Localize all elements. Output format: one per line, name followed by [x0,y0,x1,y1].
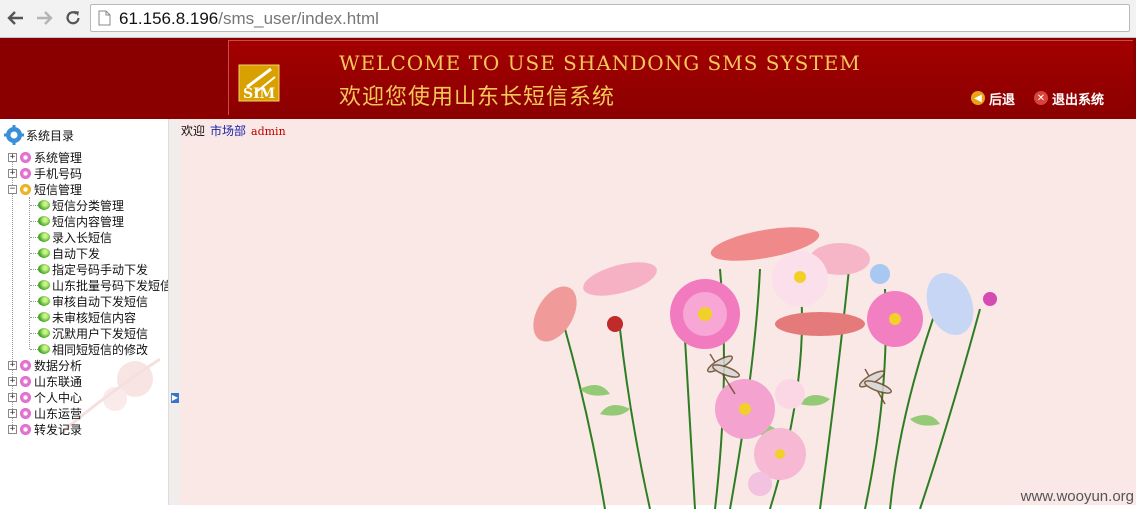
expand-icon[interactable]: + [8,376,17,386]
tree-leaf-review-auto-send[interactable]: 审核自动下发短信 [38,293,148,309]
forward-arrow-icon[interactable] [32,6,56,30]
tree-node-phone-numbers[interactable]: + 手机号码 [8,165,82,181]
tree-leaf-unreviewed-content[interactable]: 未审核短信内容 [38,309,136,325]
leaf-icon [38,200,50,210]
cosmos-flowers-illustration [533,227,997,509]
close-icon: ✕ [1034,91,1048,105]
gear-icon [4,125,24,145]
expand-icon[interactable]: + [8,152,17,162]
tree-node-sms-management[interactable]: − 短信管理 [8,181,82,197]
title-english: WELCOME TO USE SHANDONG SMS SYSTEM [339,51,861,75]
tree-leaf-sms-category[interactable]: 短信分类管理 [38,197,124,213]
tree-leaf-auto-send[interactable]: 自动下发 [38,245,100,261]
address-bar[interactable]: 61.156.8.196/sms_user/index.html [90,4,1130,32]
flower-icon [20,407,31,419]
tree-node-forward-records[interactable]: + 转发记录 [8,421,82,437]
flower-icon [20,183,31,195]
collapse-icon[interactable]: − [8,184,17,194]
main-content: 欢迎 市场部 admin www.wooyun.org [180,119,1136,509]
sim-logo: SIM [237,63,281,103]
logout-label: 退出系统 [1052,92,1105,108]
leaf-icon [38,296,50,306]
back-label: 后退 [989,92,1016,108]
tree-node-data-analysis[interactable]: + 数据分析 [8,357,82,373]
watermark: www.wooyun.org [1020,488,1134,505]
tree-leaf-enter-long-sms[interactable]: 录入长短信 [38,229,112,245]
flower-icon [20,151,31,163]
welcome-line: 欢迎 市场部 admin [181,124,286,138]
logout-button[interactable]: ✕ 退出系统 [1034,89,1105,108]
sidebar: 系统目录 + 系统管理 + 手机号码 − 短信管理 短信分类管理 短信内容管理 录入长… [0,119,172,505]
expand-icon[interactable]: + [8,408,17,418]
leaf-icon [38,328,50,338]
page-icon [98,10,111,30]
leaf-icon [38,248,50,258]
tree-title: 系统目录 [4,125,74,145]
leaf-icon [38,280,50,290]
leaf-icon [38,312,50,322]
tree-leaf-manual-send[interactable]: 指定号码手动下发 [38,261,148,277]
back-button[interactable]: ◀ 后退 [971,89,1016,108]
tree-node-shandong-unicom[interactable]: + 山东联通 [8,373,82,389]
tree-leaf-silent-user-send[interactable]: 沉默用户下发短信 [38,325,148,341]
title-chinese: 欢迎您使用山东长短信系统 [339,85,616,110]
tree-node-personal-center[interactable]: + 个人中心 [8,389,82,405]
tree-node-system-admin[interactable]: + 系统管理 [8,149,82,165]
svg-text:SIM: SIM [243,86,275,102]
flower-icon [20,423,31,435]
department-name: 市场部 [210,124,247,138]
leaf-icon [38,216,50,226]
browser-toolbar: 61.156.8.196/sms_user/index.html [0,0,1136,38]
url-text: 61.156.8.196/sms_user/index.html [119,9,379,28]
tree-node-shandong-operations[interactable]: + 山东运营 [8,405,82,421]
flower-icon [20,359,31,371]
tree-leaf-batch-send[interactable]: 山东批量号码下发短信 [38,277,172,293]
back-arrow-icon[interactable] [4,6,28,30]
tree-leaf-sms-content[interactable]: 短信内容管理 [38,213,124,229]
flower-icon [20,375,31,387]
expand-icon[interactable]: + [8,392,17,402]
flower-icon [20,391,31,403]
back-icon: ◀ [971,91,985,105]
header-banner: SIM WELCOME TO USE SHANDONG SMS SYSTEM 欢… [228,40,1133,115]
tree-leaf-edit-same-sms[interactable]: 相同短短信的修改 [38,341,148,357]
expand-icon[interactable]: + [8,424,17,434]
site-header: SIM WELCOME TO USE SHANDONG SMS SYSTEM 欢… [0,38,1136,119]
leaf-icon [38,232,50,242]
leaf-icon [38,264,50,274]
expand-icon[interactable]: + [8,360,17,370]
flower-icon [20,167,31,179]
leaf-icon [38,344,50,354]
collapse-arrow-icon[interactable]: ▶ [171,393,179,403]
username: admin [251,125,286,138]
expand-icon[interactable]: + [8,168,17,178]
reload-icon[interactable] [61,6,85,30]
